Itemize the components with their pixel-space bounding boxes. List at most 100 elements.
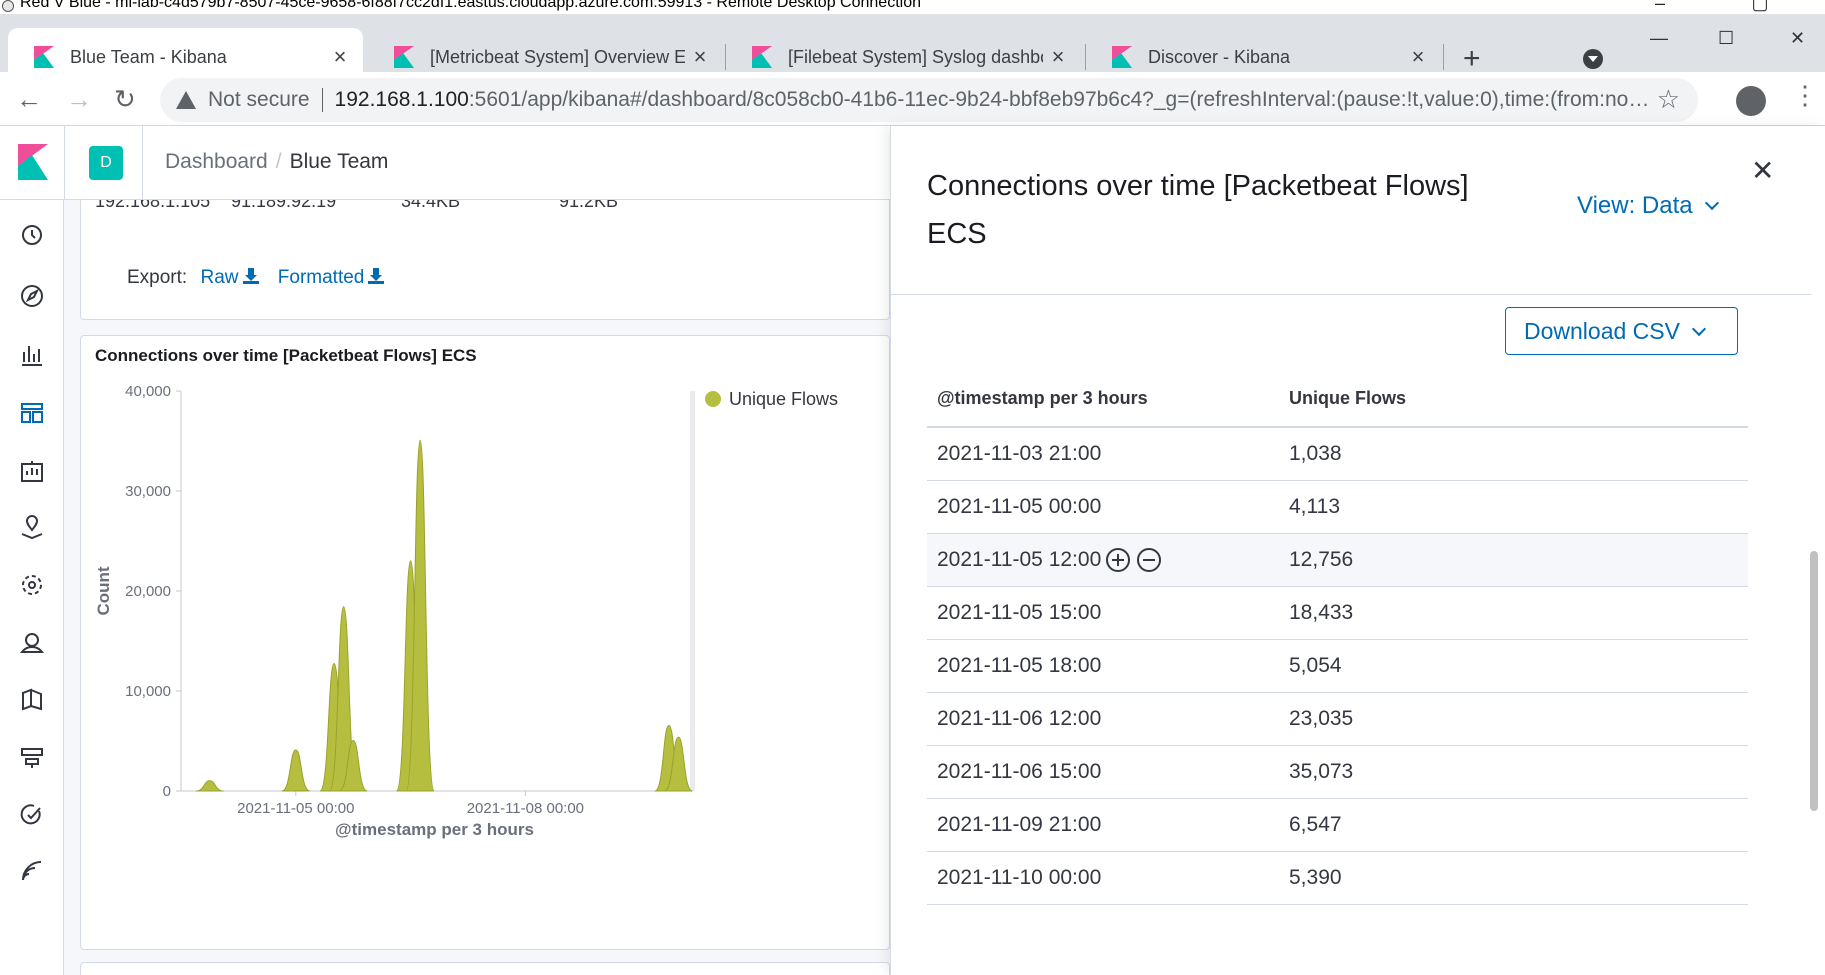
kibana-logo-icon	[752, 46, 772, 68]
view-data-label: View: Data	[1577, 192, 1693, 219]
close-tab-icon[interactable]: ×	[325, 44, 355, 70]
window-close-icon[interactable]: ✕	[1790, 28, 1805, 49]
minimize-icon[interactable]: –	[1640, 0, 1680, 12]
y-tick-label: 20,000	[125, 583, 171, 600]
export-formatted-label: Formatted	[277, 267, 365, 288]
download-csv-button[interactable]: Download CSV	[1505, 307, 1738, 355]
new-tab-icon[interactable]: +	[1463, 42, 1481, 76]
profile-avatar-icon[interactable]	[1736, 86, 1766, 116]
y-tick-label: 0	[163, 783, 171, 800]
timestamp-cell: 2021-11-09 21:00	[937, 813, 1102, 836]
bookmark-star-icon[interactable]: ☆	[1657, 84, 1680, 115]
window-restore-icon[interactable]: ☐	[1718, 28, 1734, 49]
connections-chart-panel: Connections over time [Packetbeat Flows]…	[80, 335, 890, 950]
timestamp-cell: 2021-11-06 15:00	[937, 760, 1102, 783]
kibana-logo-icon	[1112, 46, 1132, 68]
connections-area-chart: 0 10,000 20,000 30,000 40,000 2021-11-05 00:0…	[94, 383, 838, 839]
table-row: 2021-11-05 18:00 5,054	[927, 640, 1748, 693]
kibana-logo-icon[interactable]	[18, 144, 48, 180]
value-cell: 5,390	[1289, 866, 1342, 889]
tab-label: Discover - Kibana	[1148, 46, 1291, 67]
forward-arrow-icon[interactable]: →	[66, 84, 92, 115]
export-label: Export:	[127, 267, 188, 288]
logs-icon[interactable]	[19, 687, 45, 713]
area-spike	[281, 749, 311, 792]
inspector-data-table: @timestamp per 3 hours Unique Flows 2021…	[927, 366, 1748, 905]
x-axis-label: @timestamp per 3 hours	[335, 820, 534, 839]
tab-search-icon[interactable]	[1583, 49, 1603, 69]
metrics-icon[interactable]	[19, 630, 45, 656]
table-row: 2021-11-06 12:00 23,035	[927, 693, 1748, 746]
table-row: 2021-11-05 12:00 12,756	[927, 534, 1748, 587]
y-axis-label: Count	[94, 566, 113, 615]
kibana-logo-icon	[394, 46, 414, 68]
reload-icon[interactable]: ↻	[114, 84, 136, 115]
browser-toolbar: ← → ↻ Not secure 192.168.1.100 :5601/app…	[0, 72, 1825, 126]
timestamp-cell: 2021-11-05 00:00	[937, 495, 1102, 518]
export-formatted-link[interactable]: Formatted	[278, 267, 385, 288]
breadcrumb-separator: /	[275, 150, 282, 173]
data-table-panel: 192.168.1.105 91.189.92.19 34.4KB 91.2KB…	[80, 200, 890, 320]
filter-out-value-icon[interactable]	[1137, 548, 1161, 572]
window-minimize-icon[interactable]: —	[1650, 28, 1668, 49]
view-data-dropdown[interactable]: View: Data	[1577, 192, 1719, 220]
chevron-down-icon	[1704, 195, 1719, 211]
visualize-icon[interactable]	[19, 342, 45, 368]
url-path: :5601/app/kibana#/dashboard/8c058cb0-41b…	[468, 88, 1659, 111]
browser-menu-icon[interactable]: ⋮	[1792, 80, 1818, 111]
download-csv-label: Download CSV	[1524, 318, 1680, 344]
chart-brush-boundary	[690, 391, 695, 791]
ml-icon[interactable]	[19, 572, 45, 598]
value-cell: 23,035	[1289, 707, 1354, 730]
warning-icon	[176, 91, 196, 109]
maps-icon[interactable]	[19, 515, 45, 541]
canvas-icon[interactable]	[19, 458, 45, 484]
rdp-title: Red V Blue - ml-lab-c4d579b7-8507-45ce-9…	[20, 0, 921, 11]
breadcrumb-dashboard[interactable]: Dashboard	[165, 150, 268, 173]
flyout-scrollbar-thumb[interactable]	[1810, 551, 1818, 811]
table-cell: 91.2KB	[559, 200, 619, 211]
close-icon[interactable]: ✕	[1751, 154, 1774, 187]
header-divider	[64, 126, 65, 200]
security-status: Not secure	[208, 88, 310, 111]
apm-icon[interactable]	[19, 745, 45, 771]
dashboard-icon[interactable]	[19, 400, 45, 426]
space-avatar[interactable]: D	[89, 146, 123, 180]
back-arrow-icon[interactable]: ←	[16, 84, 42, 115]
breadcrumb-blue-team: Blue Team	[289, 150, 389, 173]
download-icon	[242, 268, 259, 284]
compass-icon[interactable]	[19, 283, 45, 309]
tab-separator	[1443, 44, 1444, 70]
address-bar[interactable]: Not secure 192.168.1.100 :5601/app/kiban…	[160, 78, 1698, 122]
table-row: 2021-11-03 21:00 1,038	[927, 428, 1748, 481]
filter-for-value-icon[interactable]	[1106, 548, 1130, 572]
close-tab-icon[interactable]: ×	[1403, 44, 1433, 70]
table-header: @timestamp per 3 hours Unique Flows	[927, 366, 1748, 428]
siem-icon[interactable]	[19, 858, 45, 884]
close-tab-icon[interactable]: ×	[1043, 44, 1073, 70]
legend-label: Unique Flows	[729, 389, 838, 409]
next-panel	[80, 962, 890, 975]
column-header-unique-flows[interactable]: Unique Flows	[1289, 388, 1406, 409]
breadcrumb: Dashboard / Blue Team	[165, 150, 388, 174]
table-cell: 192.168.1.105	[95, 200, 211, 211]
kibana-logo-icon	[34, 46, 54, 68]
column-header-timestamp[interactable]: @timestamp per 3 hours	[937, 388, 1148, 409]
table-row: 2021-11-10 00:00 5,390	[927, 852, 1748, 905]
timestamp-cell: 2021-11-05 18:00	[937, 654, 1102, 677]
tab-label: [Filebeat System] Syslog dashboa	[788, 46, 1043, 67]
x-tick-label: 2021-11-08 00:00	[467, 800, 584, 817]
close-tab-icon[interactable]: ×	[685, 44, 715, 70]
timestamp-cell: 2021-11-05 12:00	[937, 548, 1102, 571]
export-raw-link[interactable]: Raw	[200, 267, 259, 288]
url-host: 192.168.1.100	[334, 88, 469, 111]
uptime-icon[interactable]	[19, 802, 45, 828]
table-row: 2021-11-09 21:00 6,547	[927, 799, 1748, 852]
value-cell: 5,054	[1289, 654, 1342, 677]
tab-label: Blue Team - Kibana	[70, 46, 227, 67]
value-cell: 18,433	[1289, 601, 1354, 624]
table-cell: 34.4KB	[401, 200, 461, 211]
table-row: 2021-11-06 15:00 35,073	[927, 746, 1748, 799]
maximize-icon[interactable]: ▢	[1740, 0, 1780, 12]
clock-icon[interactable]	[19, 222, 45, 248]
